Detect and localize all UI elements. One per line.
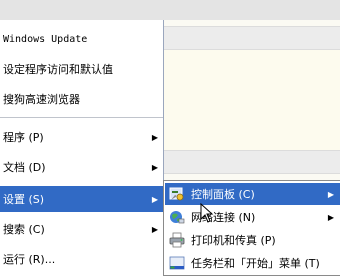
menu-item-label: Windows Update [3,33,88,45]
menu-item-label: 搜狗高速浏览器 [3,93,80,106]
menu-item-default-programs[interactable]: 设定程序访问和默认值 [0,56,163,82]
settings-submenu: 控制面板 (C) ▶ 网络连接 (N) ▶ 打印机和传真 (P) 任务栏和「开始… [163,180,340,276]
submenu-arrow-icon: ▶ [151,162,159,172]
taskbar-icon [169,255,185,271]
submenu-item-control-panel[interactable]: 控制面板 (C) ▶ [165,183,340,205]
mouse-cursor-icon [200,203,214,223]
menu-item-search[interactable]: 搜索 (C) ▶ [0,216,163,242]
menu-item-label: 程序 (P) [3,131,44,144]
menu-item-windows-update[interactable]: Windows Update [0,26,163,52]
submenu-arrow-icon: ▶ [151,194,159,204]
menu-item-sogou-browser[interactable]: 搜狗高速浏览器 [0,86,163,112]
submenu-arrow-icon: ▶ [327,212,335,222]
menu-item-documents[interactable]: 文档 (D) ▶ [0,154,163,180]
network-connections-icon [169,209,185,225]
menu-item-label: 搜索 (C) [3,223,45,236]
submenu-item-label: 打印机和传真 (P) [191,234,276,247]
menu-item-settings[interactable]: 设置 (S) ▶ [0,186,163,212]
menu-separator [0,117,163,118]
submenu-arrow-icon: ▶ [151,224,159,234]
submenu-item-taskbar-start-menu[interactable]: 任务栏和「开始」菜单 (T) [165,252,340,274]
menu-item-run[interactable]: 运行 (R)... [0,246,163,272]
background-window-bar [162,26,340,50]
menu-item-label: 运行 (R)... [3,253,56,266]
printer-icon [169,232,185,248]
menu-item-label: 文档 (D) [3,161,46,174]
start-menu: Windows Update 设定程序访问和默认值 搜狗高速浏览器 程序 (P)… [0,20,164,276]
menu-item-label: 设置 (S) [3,193,45,206]
submenu-item-network-connections[interactable]: 网络连接 (N) ▶ [165,206,340,228]
submenu-arrow-icon: ▶ [327,189,335,199]
submenu-item-label: 控制面板 (C) [191,188,255,201]
background-window-content [162,50,340,150]
submenu-arrow-icon: ▶ [151,132,159,142]
background-window-bar [162,150,340,174]
control-panel-icon [169,186,185,202]
submenu-item-label: 任务栏和「开始」菜单 (T) [191,257,320,270]
menu-item-label: 设定程序访问和默认值 [3,63,113,76]
menu-item-programs[interactable]: 程序 (P) ▶ [0,124,163,150]
submenu-item-printers[interactable]: 打印机和传真 (P) [165,229,340,251]
background-window-titlebar [0,0,340,20]
